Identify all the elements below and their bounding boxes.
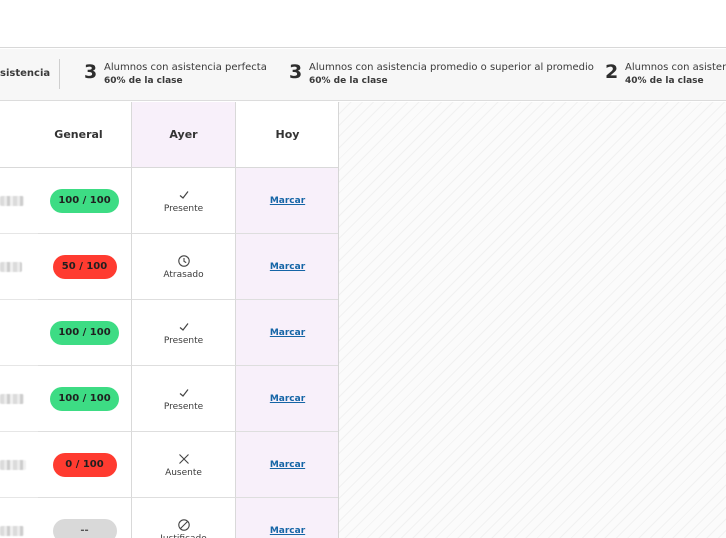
student-name-cell[interactable] [0, 366, 38, 432]
yesterday-status-cell: Presente [131, 300, 235, 366]
blurred-student-name [0, 394, 24, 404]
header-general[interactable]: General [26, 102, 131, 168]
today-cell: Marcar [235, 432, 338, 498]
today-cell: Marcar [235, 366, 338, 432]
score-badge: 100 / 100 [50, 188, 119, 213]
score-badge: 50 / 100 [52, 254, 117, 279]
blurred-student-name [0, 196, 24, 206]
table-row: 0 / 100 Ausente Marcar [0, 432, 338, 498]
summary-divider [59, 59, 60, 89]
stat-number: 2 [605, 61, 619, 83]
table-row: 50 / 100 Atrasado Marcar [0, 234, 338, 300]
blurred-student-name [0, 262, 22, 272]
yesterday-status-cell: Presente [131, 168, 235, 234]
blurred-student-name [0, 526, 24, 536]
table-row: 100 / 100 Presente Marcar [0, 300, 338, 366]
no-entry-icon [177, 517, 191, 531]
stat-description: Alumnos con asistencia [625, 62, 726, 73]
empty-hatched-area [339, 102, 726, 538]
general-score-cell: 50 / 100 [38, 234, 131, 300]
student-name-cell[interactable] [0, 432, 38, 498]
stat-description: Alumnos con asistencia promedio o superi… [309, 62, 594, 73]
general-score-cell: 100 / 100 [38, 168, 131, 234]
x-icon [177, 451, 191, 465]
header-student [0, 102, 26, 168]
score-badge: 100 / 100 [50, 320, 119, 345]
mark-attendance-link[interactable]: Marcar [270, 394, 305, 404]
today-cell: Marcar [235, 498, 338, 538]
yesterday-status-cell: Atrasado [131, 234, 235, 300]
today-cell: Marcar [235, 168, 338, 234]
stat-number: 3 [84, 61, 98, 83]
stat-percentage: 60% de la clase [104, 76, 183, 86]
mark-attendance-link[interactable]: Marcar [270, 526, 305, 536]
yesterday-status-label: Atrasado [163, 270, 204, 280]
yesterday-status-label: Presente [163, 336, 204, 346]
today-cell: Marcar [235, 234, 338, 300]
header-yesterday[interactable]: Ayer [131, 102, 235, 168]
summary-cut-label: sistencia [0, 68, 51, 79]
score-badge: 100 / 100 [50, 386, 119, 411]
header-today[interactable]: Hoy [235, 102, 338, 168]
check-icon [177, 319, 191, 333]
student-name-cell[interactable] [0, 234, 38, 300]
student-name-cell[interactable] [0, 498, 38, 538]
today-cell: Marcar [235, 300, 338, 366]
yesterday-status-cell: Justificado [131, 498, 235, 538]
mark-attendance-link[interactable]: Marcar [270, 328, 305, 338]
yesterday-status-label: Ausente [165, 468, 202, 478]
attendance-summary-bar: sistencia 3 Alumnos con asistencia perfe… [0, 49, 726, 101]
stat-percentage: 40% de la clase [625, 76, 704, 86]
table-row: 100 / 100 Presente Marcar [0, 168, 338, 234]
general-score-cell: 0 / 100 [38, 432, 131, 498]
mark-attendance-link[interactable]: Marcar [270, 196, 305, 206]
yesterday-status-label: Justificado [160, 534, 206, 538]
yesterday-status-label: Presente [163, 204, 204, 214]
check-icon [177, 187, 191, 201]
general-score-cell: -- [38, 498, 131, 538]
attendance-table: General Ayer Hoy 100 / 100 Presente Marcar… [0, 102, 339, 538]
score-badge: 0 / 100 [52, 452, 117, 477]
top-bar [0, 0, 726, 48]
check-icon [177, 385, 191, 399]
score-badge: -- [52, 518, 117, 538]
stat-percentage: 60% de la clase [309, 76, 388, 86]
stat-description: Alumnos con asistencia perfecta [104, 62, 267, 73]
mark-attendance-link[interactable]: Marcar [270, 262, 305, 272]
student-name-cell[interactable] [0, 168, 38, 234]
mark-attendance-link[interactable]: Marcar [270, 460, 305, 470]
table-row: -- Justificado Marcar [0, 498, 338, 538]
stat-number: 3 [289, 61, 303, 83]
general-score-cell: 100 / 100 [38, 366, 131, 432]
table-row: 100 / 100 Presente Marcar [0, 366, 338, 432]
student-name-cell[interactable] [0, 300, 38, 366]
clock-icon [177, 253, 191, 267]
blurred-student-name [0, 460, 26, 470]
general-score-cell: 100 / 100 [38, 300, 131, 366]
yesterday-status-cell: Presente [131, 366, 235, 432]
yesterday-status-cell: Ausente [131, 432, 235, 498]
yesterday-status-label: Presente [163, 402, 204, 412]
